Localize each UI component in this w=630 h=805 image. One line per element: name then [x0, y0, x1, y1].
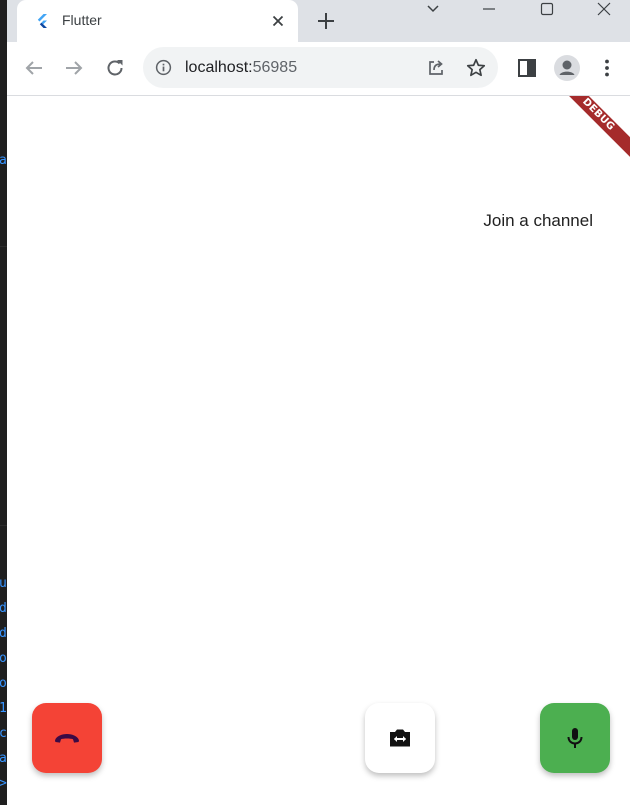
debug-banner: DEBUG	[550, 96, 630, 163]
address-bar[interactable]: localhost:56985	[143, 47, 498, 88]
flutter-app-viewport: DEBUG Join a channel	[7, 96, 630, 805]
microphone-icon	[567, 728, 583, 748]
tab-flutter[interactable]: Flutter	[17, 0, 298, 42]
tab-search-button[interactable]	[411, 0, 457, 18]
more-menu-icon[interactable]	[595, 56, 619, 80]
maximize-button[interactable]	[525, 0, 571, 18]
profile-avatar-icon[interactable]	[553, 54, 581, 82]
chevron-down-icon	[427, 5, 439, 13]
ide-char: a	[0, 153, 7, 168]
tab-strip: Flutter	[7, 0, 630, 42]
site-info-icon[interactable]	[155, 59, 172, 76]
minimize-button[interactable]	[467, 0, 513, 18]
browser-toolbar: localhost:56985	[7, 42, 630, 96]
background-ide-window: a u d d o o 1 c a >	[0, 0, 7, 805]
bookmark-star-icon[interactable]	[465, 57, 487, 79]
close-icon	[597, 2, 611, 16]
switch-camera-button[interactable]	[365, 703, 435, 773]
call-end-icon	[55, 734, 79, 743]
ide-char: u	[0, 576, 7, 591]
ide-char: d	[0, 626, 7, 641]
side-panel-icon[interactable]	[515, 56, 539, 80]
share-icon[interactable]	[426, 58, 446, 78]
forward-arrow-icon[interactable]	[62, 56, 86, 80]
url-text[interactable]: localhost:56985	[185, 59, 297, 77]
switch-camera-icon	[390, 729, 410, 747]
microphone-button[interactable]	[540, 703, 610, 773]
end-call-button[interactable]	[32, 703, 102, 773]
flutter-logo-icon	[37, 14, 47, 28]
maximize-icon	[540, 2, 554, 16]
new-tab-icon[interactable]	[315, 10, 337, 32]
ide-char: a	[0, 751, 7, 766]
minimize-icon	[483, 8, 495, 10]
ide-char: d	[0, 601, 7, 616]
ide-char: c	[0, 726, 7, 741]
browser-window: Flutter localhost:56985 DEBUG Join a cha…	[7, 0, 630, 805]
ide-char: 1	[0, 701, 7, 716]
reload-icon[interactable]	[103, 56, 127, 80]
back-arrow-icon[interactable]	[22, 56, 46, 80]
ide-char: o	[0, 676, 7, 691]
ide-char: o	[0, 651, 7, 666]
tab-title: Flutter	[62, 12, 102, 28]
status-text: Join a channel	[483, 211, 593, 230]
close-window-button[interactable]	[582, 0, 628, 18]
ide-char: >	[0, 776, 7, 791]
close-tab-icon[interactable]	[269, 12, 287, 30]
